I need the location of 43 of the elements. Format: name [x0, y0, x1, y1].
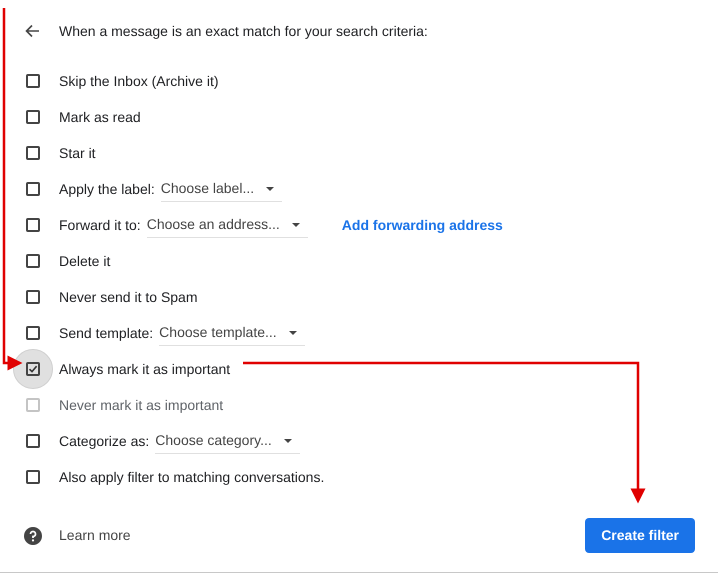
- header-text: When a message is an exact match for your search criteria:: [59, 22, 428, 41]
- checkbox[interactable]: [26, 290, 40, 304]
- create-filter-button[interactable]: Create filter: [585, 518, 695, 553]
- dropdown-value: Choose an address...: [146, 215, 280, 234]
- caret-icon: [288, 330, 297, 334]
- option-label: Mark as read: [59, 108, 141, 126]
- help-icon[interactable]: [24, 526, 42, 544]
- focus-ring: [13, 349, 53, 389]
- caret-icon: [266, 186, 274, 190]
- option-label: Send template:: [59, 324, 154, 343]
- dropdown-value: Choose template...: [159, 323, 277, 342]
- checkbox[interactable]: [26, 254, 40, 268]
- checkbox[interactable]: [26, 146, 40, 160]
- checkbox[interactable]: [26, 218, 40, 232]
- learn-more-link[interactable]: Learn more: [59, 525, 131, 546]
- dropdown[interactable]: Choose an address...: [146, 212, 308, 238]
- dropdown[interactable]: Choose category...: [155, 428, 300, 454]
- caret-icon: [284, 438, 292, 442]
- option-label: Never send it to Spam: [59, 288, 198, 307]
- option-label: Categorize as:: [59, 432, 150, 451]
- checkbox[interactable]: [26, 434, 40, 448]
- checkbox[interactable]: [26, 362, 40, 376]
- caret-icon: [292, 222, 300, 226]
- add-forwarding-link[interactable]: Add forwarding address: [342, 214, 503, 236]
- back-arrow-icon[interactable]: [25, 24, 40, 38]
- dropdown-value: Choose label...: [160, 179, 254, 198]
- checkbox[interactable]: [26, 74, 40, 88]
- option-label: Also apply filter to matching conversations.: [59, 468, 324, 487]
- option-label: Always mark it as important: [59, 360, 230, 379]
- checkbox[interactable]: [26, 110, 40, 124]
- checkbox[interactable]: [26, 326, 40, 340]
- option-label: Star it: [59, 144, 96, 162]
- checkmark-icon: [28, 364, 38, 374]
- option-label: Delete it: [59, 252, 110, 270]
- dropdown-value: Choose category...: [155, 431, 272, 450]
- option-label: Skip the Inbox (Archive it): [59, 72, 219, 91]
- option-label: Forward it to:: [59, 216, 141, 234]
- dropdown[interactable]: Choose label...: [160, 176, 282, 202]
- checkbox[interactable]: [26, 182, 40, 196]
- dropdown[interactable]: Choose template...: [159, 320, 305, 346]
- checkbox[interactable]: [26, 470, 40, 484]
- option-label: Never mark it as important: [59, 396, 224, 415]
- option-label: Apply the label:: [59, 180, 155, 199]
